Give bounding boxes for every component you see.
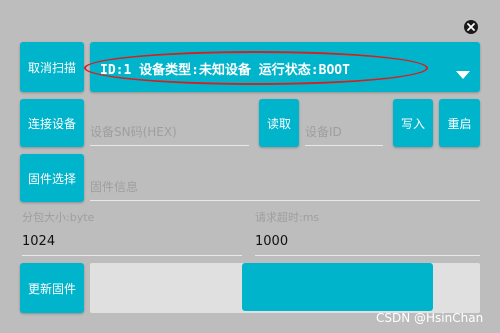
highlight-annotation [84,51,428,85]
packet-size-input[interactable]: 1024 [22,228,242,256]
cancel-scan-button[interactable]: 取消扫描 [20,42,84,92]
update-firmware-button[interactable]: 更新固件 [20,263,84,313]
firmware-info-field: 固件信息 [90,173,480,201]
device-id-input[interactable]: 设备ID [305,118,383,146]
connect-device-button[interactable]: 连接设备 [20,99,84,147]
device-sn-input[interactable]: 设备SN码(HEX) [90,118,249,146]
request-timeout-input[interactable]: 1000 [255,228,480,256]
close-icon[interactable] [463,19,479,35]
read-button[interactable]: 读取 [259,99,299,147]
packet-size-label: 分包大小:byte [22,211,95,224]
watermark: CSDN @HsinChan [376,311,484,325]
firmware-select-button[interactable]: 固件选择 [20,154,84,202]
triangle-down-icon [455,65,471,79]
request-timeout-label: 请求超时:ms [255,211,320,224]
update-progress-fill [242,263,433,311]
write-button[interactable]: 写入 [393,99,433,147]
update-progress-bar [90,263,480,313]
restart-button[interactable]: 重启 [439,99,480,147]
